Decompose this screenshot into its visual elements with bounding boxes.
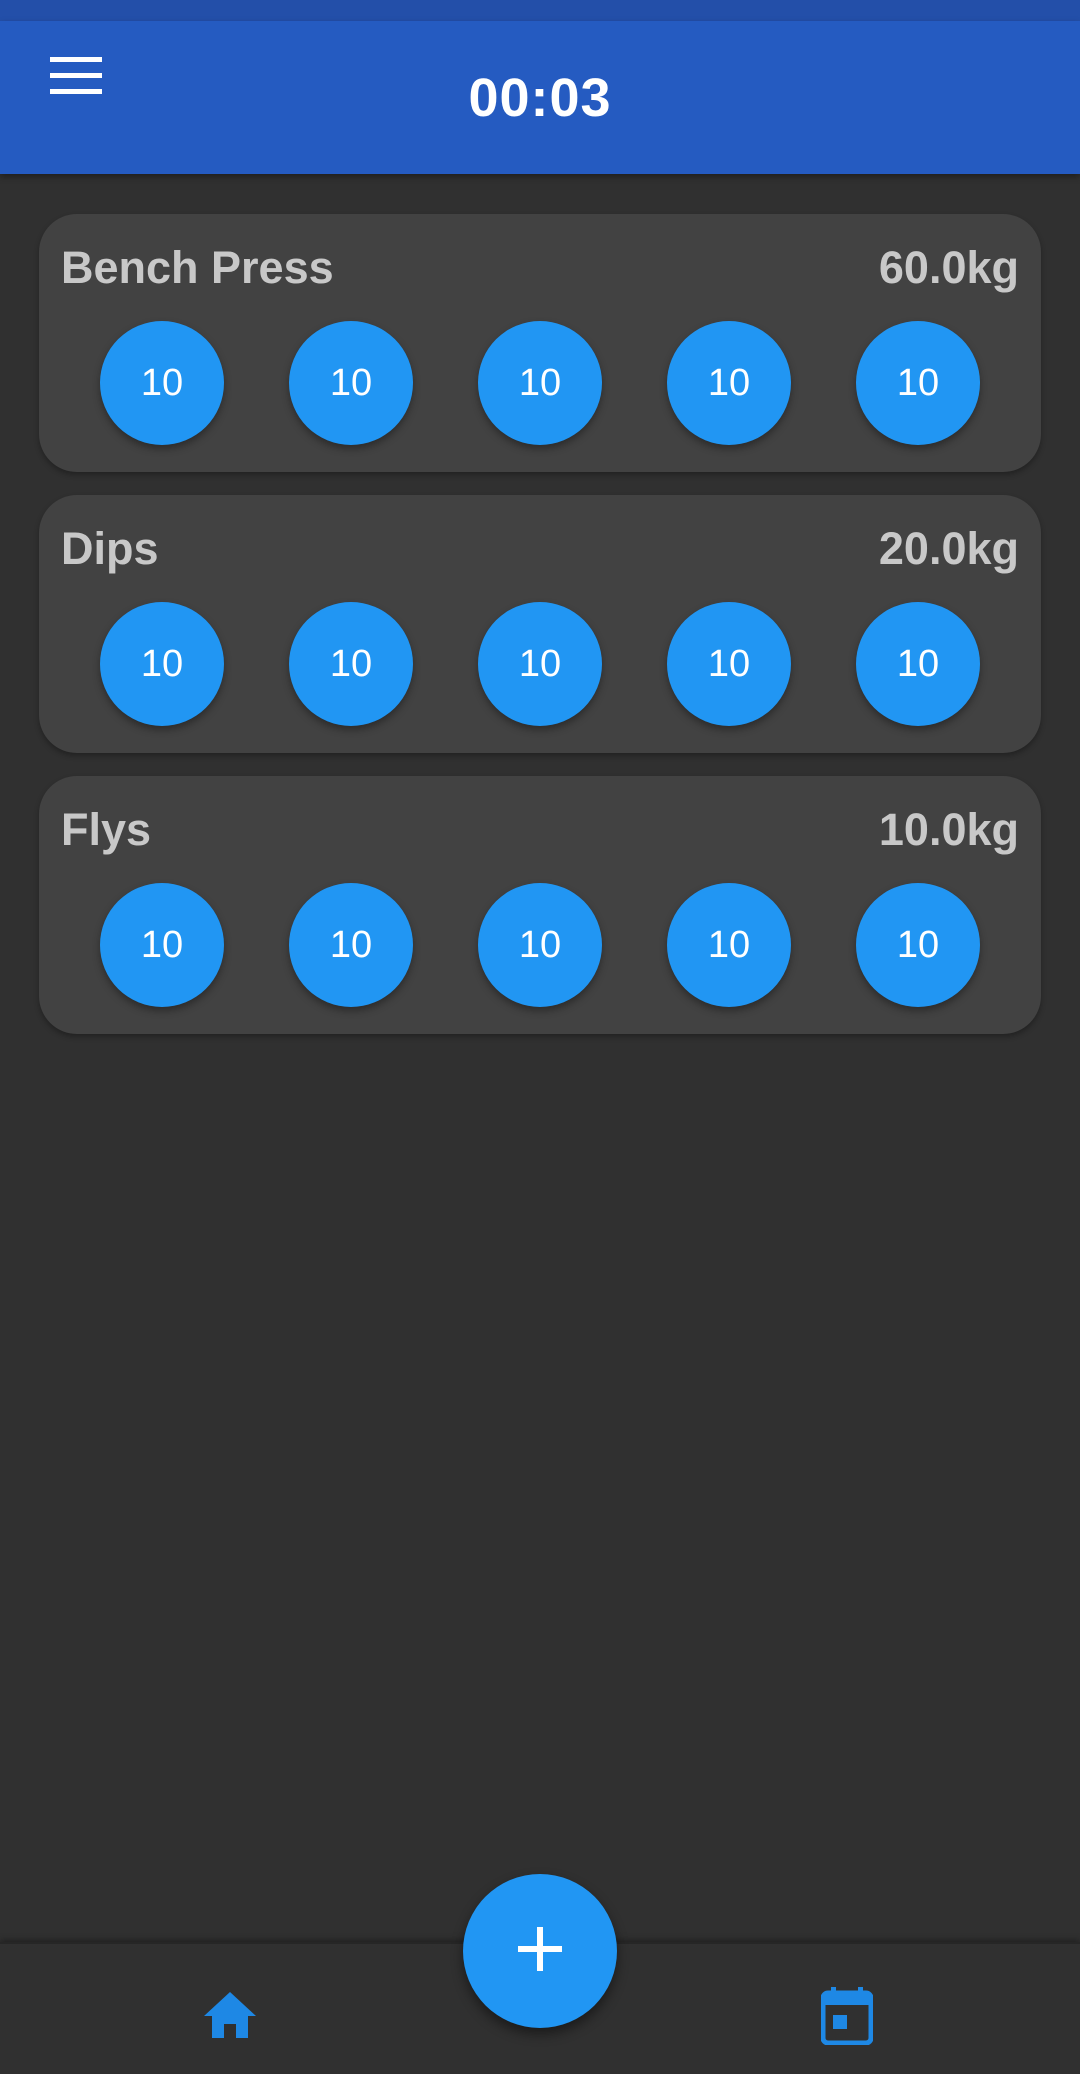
set-button[interactable]: 10 bbox=[478, 602, 602, 726]
exercise-name: Bench Press bbox=[61, 242, 334, 293]
set-button[interactable]: 10 bbox=[289, 883, 413, 1007]
set-buttons: 10 10 10 10 10 bbox=[100, 883, 980, 1007]
exercise-weight: 10.0kg bbox=[878, 804, 1019, 855]
exercise-card[interactable]: Flys 10.0kg 10 10 10 10 10 bbox=[39, 776, 1041, 1034]
exercise-card[interactable]: Bench Press 60.0kg 10 10 10 10 10 bbox=[39, 214, 1041, 472]
set-buttons: 10 10 10 10 10 bbox=[100, 602, 980, 726]
set-buttons: 10 10 10 10 10 bbox=[100, 321, 980, 445]
exercise-weight: 60.0kg bbox=[878, 242, 1019, 293]
set-button[interactable]: 10 bbox=[856, 602, 980, 726]
set-button[interactable]: 10 bbox=[667, 883, 791, 1007]
set-button[interactable]: 10 bbox=[100, 602, 224, 726]
nav-home-button[interactable] bbox=[195, 1982, 265, 2052]
exercise-weight: 20.0kg bbox=[878, 523, 1019, 574]
set-button[interactable]: 10 bbox=[667, 321, 791, 445]
calendar-icon bbox=[820, 1986, 874, 2050]
exercise-name: Flys bbox=[61, 804, 152, 855]
set-button[interactable]: 10 bbox=[100, 883, 224, 1007]
set-button[interactable]: 10 bbox=[289, 321, 413, 445]
set-button[interactable]: 10 bbox=[478, 321, 602, 445]
set-button[interactable]: 10 bbox=[289, 602, 413, 726]
plus-icon bbox=[518, 1926, 562, 1976]
exercise-name: Dips bbox=[61, 523, 159, 574]
set-button[interactable]: 10 bbox=[478, 883, 602, 1007]
nav-calendar-button[interactable] bbox=[811, 1982, 883, 2054]
set-button[interactable]: 10 bbox=[856, 321, 980, 445]
add-exercise-button[interactable] bbox=[463, 1874, 617, 2028]
home-icon bbox=[202, 1990, 258, 2045]
set-button[interactable]: 10 bbox=[100, 321, 224, 445]
exercise-card[interactable]: Dips 20.0kg 10 10 10 10 10 bbox=[39, 495, 1041, 753]
status-bar bbox=[0, 0, 1080, 21]
set-button[interactable]: 10 bbox=[667, 602, 791, 726]
exercise-list: Bench Press 60.0kg 10 10 10 10 10 Dips 2… bbox=[39, 214, 1041, 1057]
workout-timer: 00:03 bbox=[468, 67, 612, 128]
set-button[interactable]: 10 bbox=[856, 883, 980, 1007]
